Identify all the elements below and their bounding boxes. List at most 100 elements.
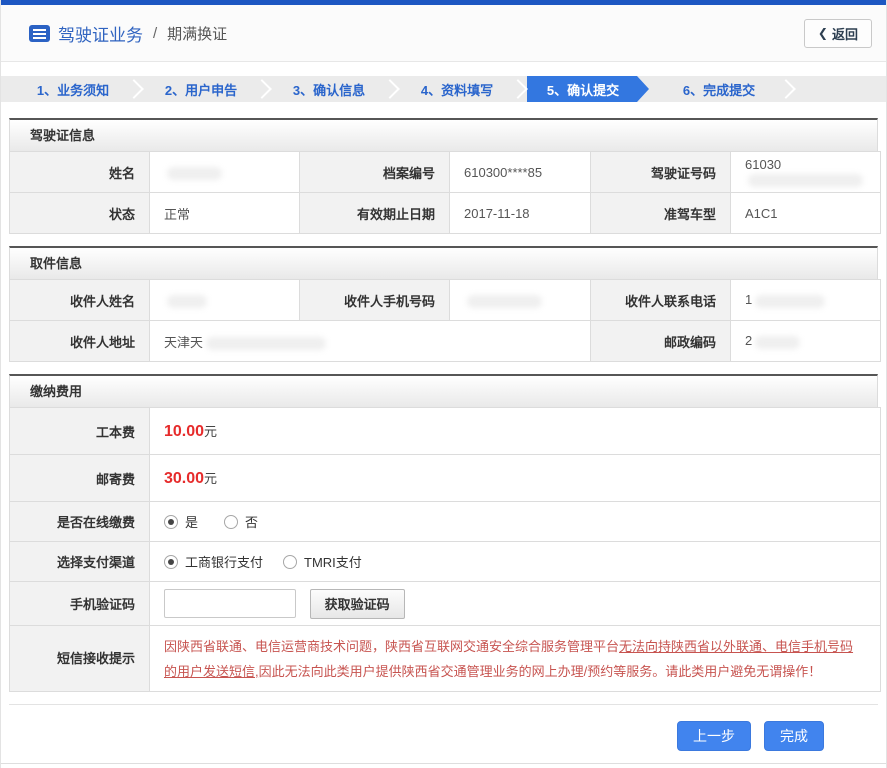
license-info-table: 姓名 档案编号 610300****85 驾驶证号码 61030 状态 正常 有… [9,151,881,234]
radio-selected-icon[interactable] [164,554,178,569]
label-sms-code: 手机验证码 [9,581,150,626]
page-title: 驾驶证业务 [58,25,143,45]
label-online-payment: 是否在线缴费 [9,501,150,542]
value-status: 正常 [149,192,300,234]
section-pickup-info: 取件信息 收件人姓名 收件人手机号码 收件人联系电话 1 收件人地址 天津天 邮… [9,246,881,362]
notice-part2: 因此无法向此类用户提供陕西省交通管理业务的网上办理/预约等服务。请此类用户避免无… [258,663,822,679]
step-4-fill-data[interactable]: 4、资料填写 [393,76,521,102]
sms-code-cell: 获取验证码 [149,581,881,626]
license-info-section-title: 驾驶证信息 [9,118,878,151]
table-row: 状态 正常 有效期止日期 2017-11-18 准驾车型 A1C1 [9,192,881,234]
label-status: 状态 [9,192,150,234]
value-recipient-address-prefix: 天津天 [164,334,204,350]
table-row: 工本费 10.00元 [9,407,881,455]
step-6-complete-submit[interactable]: 6、完成提交 [649,76,789,102]
radio-unselected-icon[interactable] [283,554,298,569]
page-header: 驾驶证业务 / 期满换证 ❮ 返回 [1,5,886,62]
section-payment: 缴纳费用 工本费 10.00元 邮寄费 30.00元 是否在线缴费 是 否 选择… [9,374,881,692]
radio-online-no[interactable]: 否 [224,512,258,531]
radio-channel-icbc[interactable]: 工商银行支付 [164,552,263,571]
finish-button[interactable]: 完成 [764,721,824,751]
redacted-value [206,336,327,350]
redacted-value [167,294,207,308]
payment-section-title: 缴纳费用 [9,374,878,407]
radio-channel-tmri-label: TMRI支付 [304,555,362,570]
value-recipient-address: 天津天 [149,320,591,362]
postage-fee-amount: 30.00 [164,470,205,487]
main-content: 驾驶证信息 姓名 档案编号 610300****85 驾驶证号码 61030 状… [1,102,886,692]
table-row: 邮寄费 30.00元 [9,454,881,502]
label-payment-channel: 选择支付渠道 [9,541,150,582]
value-recipient-phone-prefix: 1 [745,292,753,308]
value-license-no-prefix: 61030 [745,156,782,172]
table-row: 是否在线缴费 是 否 [9,501,881,542]
postage-fee-unit: 元 [204,471,218,486]
redacted-value [755,294,826,308]
back-button-label: 返回 [831,26,858,42]
previous-step-button[interactable]: 上一步 [677,721,751,751]
sms-code-input[interactable] [164,589,296,618]
online-payment-options: 是 否 [149,501,881,542]
table-row: 选择支付渠道 工商银行支付 TMRI支付 [9,541,881,582]
table-row: 收件人姓名 收件人手机号码 收件人联系电话 1 [9,279,881,321]
table-row: 手机验证码 获取验证码 [9,581,881,626]
radio-selected-icon[interactable] [164,514,178,529]
value-file-no: 610300****85 [449,151,591,193]
radio-online-yes-label: 是 [185,515,199,530]
radio-channel-icbc-label: 工商银行支付 [185,555,264,570]
pickup-info-section-title: 取件信息 [9,246,878,279]
label-file-no: 档案编号 [299,151,450,193]
get-sms-code-button[interactable]: 获取验证码 [309,588,405,619]
breadcrumb: 驾驶证业务 / 期满换证 [29,21,227,46]
label-recipient-mobile: 收件人手机号码 [299,279,450,321]
radio-unselected-icon[interactable] [224,514,239,529]
value-vehicle-class: A1C1 [730,192,881,234]
value-postage-fee: 30.00元 [149,454,881,502]
value-recipient-mobile [449,279,591,321]
section-license-info: 驾驶证信息 姓名 档案编号 610300****85 驾驶证号码 61030 状… [9,118,881,234]
value-production-fee: 10.00元 [149,407,881,455]
radio-online-no-label: 否 [245,515,259,530]
step-3-confirm-info[interactable]: 3、确认信息 [265,76,393,102]
redacted-value [748,174,863,188]
step-5-confirm-submit-active[interactable]: 5、确认提交 [527,76,649,102]
table-row: 收件人地址 天津天 邮政编码 2 [9,320,881,362]
step-2-user-declaration[interactable]: 2、用户申告 [137,76,265,102]
label-production-fee: 工本费 [9,407,150,455]
production-fee-amount: 10.00 [164,423,205,440]
breadcrumb-separator: / [153,24,158,42]
label-recipient-name: 收件人姓名 [9,279,150,321]
sms-notice-text: 因陕西省联通、电信运营商技术问题，陕西省互联网交通安全综合服务管理平台无法向持陕… [149,625,881,692]
footer-actions: 上一步 完成 [9,704,878,751]
label-postal-code: 邮政编码 [590,320,731,362]
label-recipient-address: 收件人地址 [9,320,150,362]
value-postal-code: 2 [730,320,881,362]
label-sms-notice: 短信接收提示 [9,625,150,692]
step-bar-filler [789,76,886,102]
pickup-info-table: 收件人姓名 收件人手机号码 收件人联系电话 1 收件人地址 天津天 邮政编码 2 [9,279,881,362]
payment-channel-options: 工商银行支付 TMRI支付 [149,541,881,582]
back-button[interactable]: ❮ 返回 [803,18,872,48]
value-recipient-name [149,279,300,321]
redacted-value [467,294,542,308]
radio-channel-tmri[interactable]: TMRI支付 [283,552,362,571]
value-recipient-phone: 1 [730,279,881,321]
step-navigation: 1、业务须知 2、用户申告 3、确认信息 4、资料填写 5、确认提交 6、完成提… [1,76,886,102]
value-valid-until: 2017-11-18 [449,192,591,234]
payment-table: 工本费 10.00元 邮寄费 30.00元 是否在线缴费 是 否 选择支付渠道 … [9,407,881,692]
label-vehicle-class: 准驾车型 [590,192,731,234]
redacted-value [755,335,801,349]
label-valid-until: 有效期止日期 [299,192,450,234]
table-row: 姓名 档案编号 610300****85 驾驶证号码 61030 [9,151,881,193]
page-bottom-border [1,763,886,764]
production-fee-unit: 元 [204,424,218,439]
radio-online-yes[interactable]: 是 [164,512,198,531]
value-postal-code-prefix: 2 [745,333,753,349]
form-list-icon [29,24,50,42]
page: 驾驶证业务 / 期满换证 ❮ 返回 1、业务须知 2、用户申告 3、确认信息 4… [0,0,887,768]
label-license-no: 驾驶证号码 [590,151,731,193]
value-license-no: 61030 [730,151,881,193]
table-row: 短信接收提示 因陕西省联通、电信运营商技术问题，陕西省互联网交通安全综合服务管理… [9,625,881,692]
label-recipient-phone: 收件人联系电话 [590,279,731,321]
step-1-business-notice[interactable]: 1、业务须知 [9,76,137,102]
